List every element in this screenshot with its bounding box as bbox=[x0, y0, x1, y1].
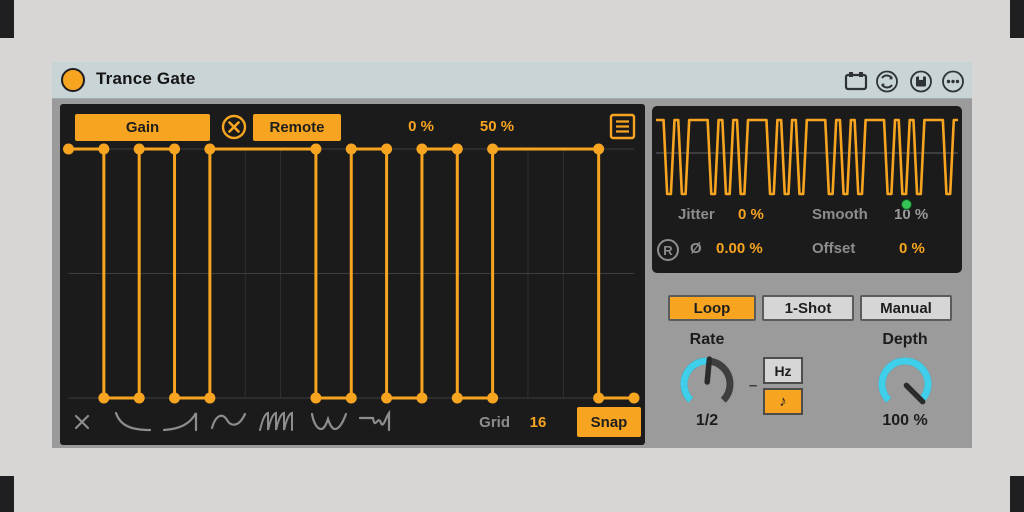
depth-knob[interactable] bbox=[873, 352, 937, 416]
remove-mapping-icon[interactable] bbox=[221, 114, 247, 140]
mode-button-manual[interactable]: Manual bbox=[860, 295, 952, 321]
decay-curve-icon[interactable] bbox=[112, 409, 154, 435]
mode-button-one-shot[interactable]: 1-Shot bbox=[762, 295, 854, 321]
snap-button[interactable]: Snap bbox=[577, 407, 641, 437]
rate-unit-sync-button[interactable]: ♪ bbox=[763, 388, 803, 415]
depth-label: Depth bbox=[860, 331, 950, 349]
smooth-value[interactable]: 10 % bbox=[894, 206, 928, 223]
screen-edge-top-left bbox=[0, 0, 14, 38]
triple-saw-icon[interactable] bbox=[256, 409, 300, 435]
grid-label: Grid bbox=[450, 414, 510, 431]
pattern-list-icon[interactable] bbox=[609, 113, 636, 140]
rate-knob[interactable] bbox=[675, 352, 739, 416]
device-title: Trance Gate bbox=[96, 69, 196, 89]
device-activator-toggle[interactable] bbox=[61, 68, 85, 92]
modulation-led bbox=[901, 199, 912, 210]
device-title-bar: Trance Gate bbox=[52, 62, 972, 99]
screen-edge-top-right bbox=[1010, 0, 1024, 38]
gate-waveform-display bbox=[656, 110, 958, 202]
rate-label: Rate bbox=[662, 331, 752, 349]
screen-edge-bottom-right bbox=[1010, 476, 1024, 512]
rise-curve-icon[interactable] bbox=[160, 409, 202, 435]
jitter-label: Jitter bbox=[678, 206, 715, 223]
device-body: Gain Remote 0 % 50 % bbox=[52, 99, 972, 448]
gate-sequencer-panel: Gain Remote 0 % 50 % bbox=[60, 104, 645, 445]
range-low-value[interactable]: 0 % bbox=[396, 118, 446, 135]
smooth-label: Smooth bbox=[812, 206, 868, 223]
device-icon[interactable] bbox=[844, 70, 868, 93]
clear-icon[interactable] bbox=[72, 409, 92, 435]
gate-pattern-editor[interactable] bbox=[60, 104, 645, 445]
remote-button[interactable]: Remote bbox=[253, 114, 341, 141]
double-valley-icon[interactable] bbox=[308, 409, 350, 435]
hot-swap-icon[interactable] bbox=[875, 70, 899, 93]
offset-label: Offset bbox=[812, 240, 855, 257]
grid-value[interactable]: 16 bbox=[518, 414, 558, 431]
mode-button-loop[interactable]: Loop bbox=[668, 295, 756, 321]
gate-output-panel: Jitter 0 % Smooth 10 % R Ø 0.00 % Offset… bbox=[652, 106, 962, 273]
rate-dash: – bbox=[749, 377, 757, 394]
step-wave-icon[interactable] bbox=[356, 409, 400, 435]
phase-symbol: Ø bbox=[690, 240, 702, 257]
offset-value[interactable]: 0 % bbox=[899, 240, 925, 257]
rate-value[interactable]: 1/2 bbox=[662, 412, 752, 430]
gain-mode-button[interactable]: Gain bbox=[75, 114, 210, 141]
trance-gate-device: Trance Gate Gain bbox=[52, 62, 972, 448]
sine-curve-icon[interactable] bbox=[208, 409, 250, 435]
save-icon[interactable] bbox=[909, 70, 933, 93]
retrigger-icon[interactable]: R bbox=[657, 239, 679, 261]
screen-edge-bottom-left bbox=[0, 476, 14, 512]
depth-value[interactable]: 100 % bbox=[860, 412, 950, 430]
rate-unit-hz-button[interactable]: Hz bbox=[763, 357, 803, 384]
range-high-value[interactable]: 50 % bbox=[472, 118, 522, 135]
phase-value[interactable]: 0.00 % bbox=[716, 240, 763, 257]
more-icon[interactable] bbox=[941, 70, 965, 93]
jitter-value[interactable]: 0 % bbox=[738, 206, 764, 223]
